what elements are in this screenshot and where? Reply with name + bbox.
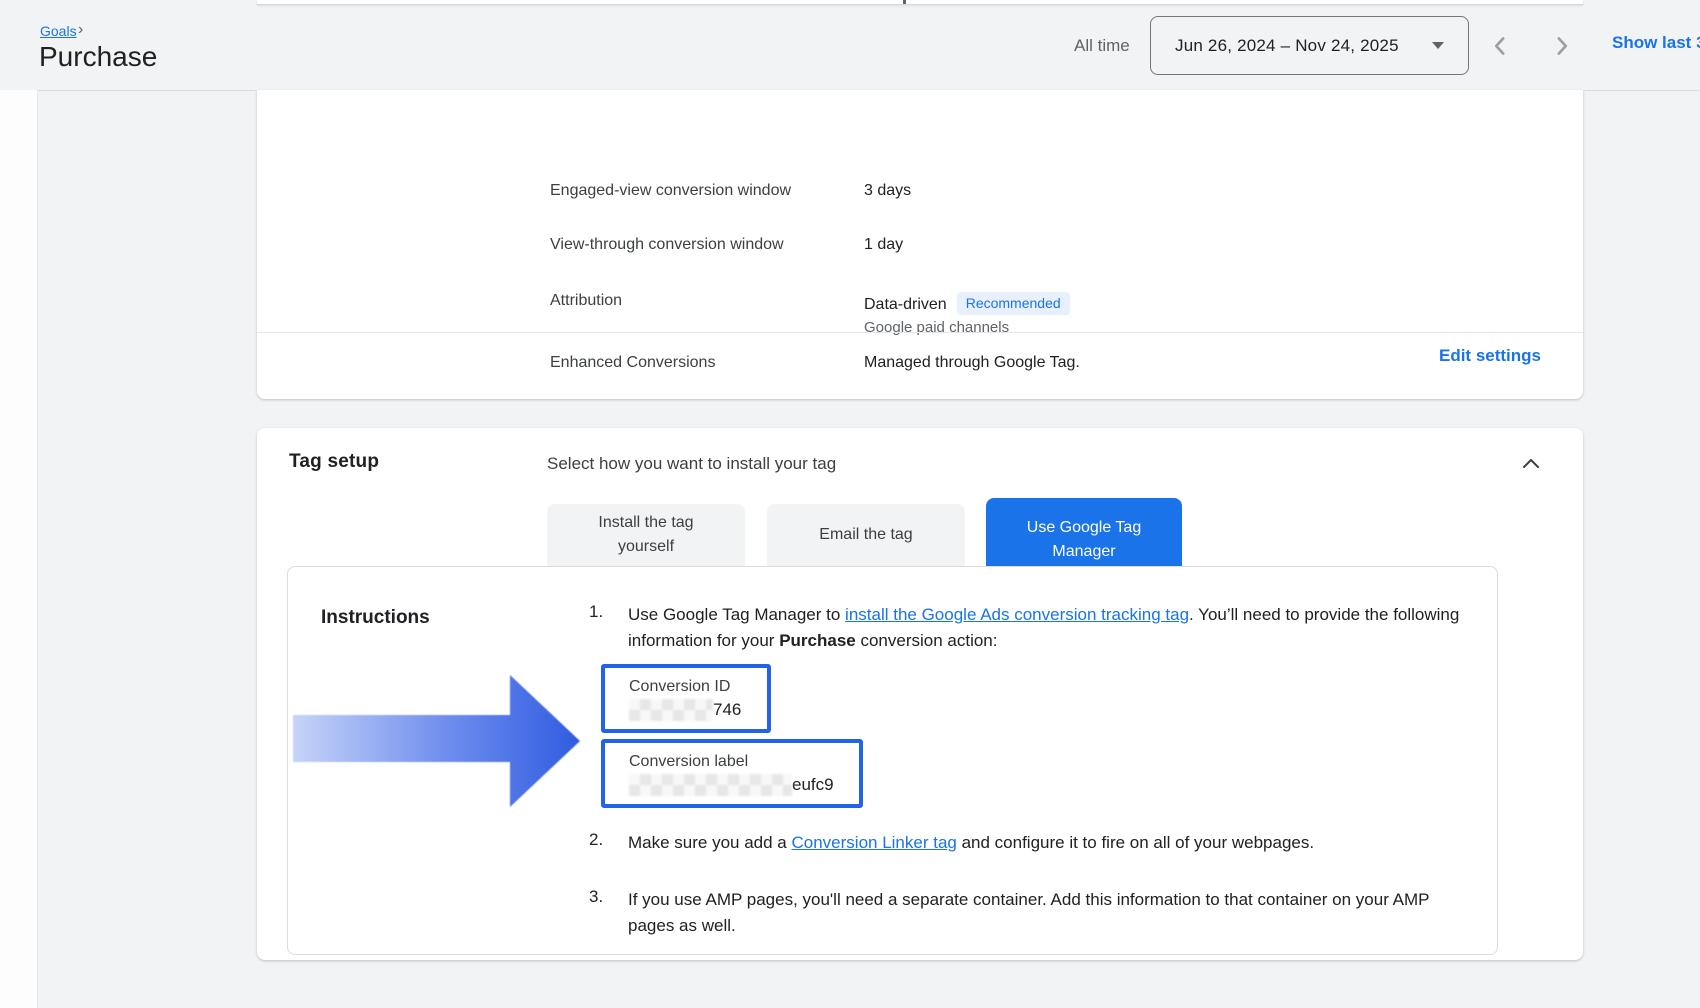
step-3-text: If you use AMP pages, you'll need a sepa… [628,887,1476,939]
setting-subvalue: Google paid channels [864,319,1009,336]
setting-label: View-through conversion window [550,236,784,254]
pointer-arrow-graphic [280,665,590,815]
chart-tick-remnant [903,0,906,4]
card-footer-divider [257,332,1583,333]
page-title: Purchase [39,41,157,73]
breadcrumb-chevron-icon: › [78,21,83,39]
date-range-picker[interactable]: Jun 26, 2024 – Nov 24, 2025 [1150,16,1469,75]
chevron-left-icon [1485,31,1515,61]
conversion-linker-tag-link[interactable]: Conversion Linker tag [791,833,956,852]
setting-label: Engaged-view conversion window [550,182,791,200]
conversion-id-label: Conversion ID [629,678,767,696]
redacted-value-blur [629,774,792,796]
redacted-value-blur [629,699,713,721]
tag-setup-subtitle: Select how you want to install your tag [547,454,836,474]
install-tracking-tag-link[interactable]: install the Google Ads conversion tracki… [845,605,1189,624]
tag-setup-title: Tag setup [289,451,379,473]
conversion-label-label: Conversion label [629,753,859,771]
step-number: 2. [589,830,603,850]
setting-value: Data-driven Recommended [864,292,1070,315]
setting-value: 3 days [864,182,911,200]
date-range-value: Jun 26, 2024 – Nov 24, 2025 [1175,36,1399,56]
step-number: 1. [589,602,603,622]
conversion-label-value: eufc9 [792,775,834,795]
setting-value: Managed through Google Tag. [864,354,1080,372]
conversion-label-box: Conversion label eufc9 [601,739,863,808]
conversion-action-name: Purchase [779,631,856,650]
step-number: 3. [589,887,603,907]
chevron-up-icon [1515,448,1547,480]
breadcrumb-goals-link[interactable]: Goals [40,23,77,39]
dropdown-caret-icon [1432,42,1444,49]
instructions-title: Instructions [321,607,430,629]
setting-label: Attribution [550,292,622,310]
collapsed-nav-rail [0,90,38,1008]
conversion-settings-card: Engaged-view conversion window 3 days Vi… [257,90,1583,399]
conversion-id-value: 746 [713,700,741,720]
recommended-badge: Recommended [957,292,1070,315]
scrolled-card-bottom-edge [257,0,1583,5]
step-2-text: Make sure you add a Conversion Linker ta… [628,830,1476,856]
time-scope-label: All time [1074,36,1130,56]
tab-label: Manager [1052,540,1115,564]
tab-install-yourself[interactable]: Install the tag yourself [547,504,745,566]
prev-range-button[interactable] [1485,31,1515,61]
show-last-link[interactable]: Show last 3 [1612,33,1700,53]
setting-label: Enhanced Conversions [550,354,715,372]
tab-label: Install the tag [598,511,693,535]
tab-label: yourself [618,535,674,559]
chevron-right-icon [1547,31,1577,61]
tab-email-the-tag[interactable]: Email the tag [767,504,965,566]
attribution-value: Data-driven [864,296,947,313]
tab-label: Email the tag [819,523,912,547]
edit-settings-button[interactable]: Edit settings [1439,346,1541,366]
step-1-text: Use Google Tag Manager to install the Go… [628,602,1476,654]
setting-value: 1 day [864,236,903,254]
collapse-section-button[interactable] [1515,448,1547,480]
tab-label: Use Google Tag [1027,516,1141,540]
conversion-id-box: Conversion ID 746 [601,664,771,733]
next-range-button[interactable] [1547,31,1577,61]
